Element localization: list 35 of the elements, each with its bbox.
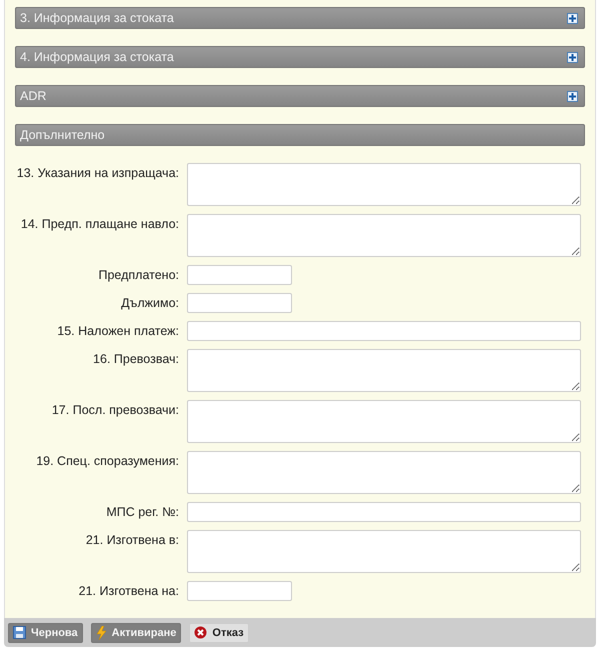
lightning-icon — [96, 626, 107, 640]
text-area[interactable] — [187, 349, 581, 392]
field-label: 14. Предп. плащане навло: — [20, 216, 180, 231]
field-label: 15. Наложен платеж: — [56, 323, 180, 338]
section-header[interactable]: 4. Информация за стоката — [15, 46, 585, 68]
input-field[interactable] — [187, 321, 581, 341]
field-label: 21. Изготвена на: — [78, 583, 180, 598]
text-area[interactable] — [187, 400, 581, 443]
text-area[interactable] — [187, 214, 581, 257]
activate-button[interactable]: Активиране — [90, 622, 182, 642]
cancel-button[interactable]: Отказ — [189, 622, 249, 642]
save-button[interactable]: Чернова — [8, 622, 83, 642]
input-field[interactable] — [187, 293, 292, 313]
input-field[interactable] — [187, 502, 581, 522]
text-area[interactable] — [187, 530, 581, 573]
input-field[interactable] — [187, 265, 292, 285]
field-label: МПС рег. №: — [105, 504, 180, 519]
field-label: 16. Превозвач: — [92, 351, 180, 366]
expand-icon[interactable] — [567, 90, 578, 102]
field-label: 17. Посл. превозвачи: — [50, 402, 180, 417]
field-label: 21. Изготвена в: — [84, 532, 180, 547]
floppy-icon — [13, 626, 26, 639]
field-label: 13. Указания на изпращача: — [16, 165, 180, 180]
input-field[interactable] — [187, 581, 292, 601]
section-header[interactable]: Допълнително — [15, 124, 585, 146]
field-label: 19. Спец. споразумения: — [35, 453, 180, 468]
expand-icon[interactable] — [567, 12, 578, 24]
field-label: Предплатено: — [97, 267, 180, 282]
text-area[interactable] — [187, 451, 581, 494]
section-header[interactable]: ADR — [15, 85, 585, 107]
section-header[interactable]: 3. Информация за стоката — [15, 7, 585, 29]
text-area[interactable] — [187, 163, 581, 206]
close-icon — [194, 626, 208, 639]
field-label: Дължимо: — [120, 295, 180, 310]
expand-icon[interactable] — [567, 52, 578, 62]
